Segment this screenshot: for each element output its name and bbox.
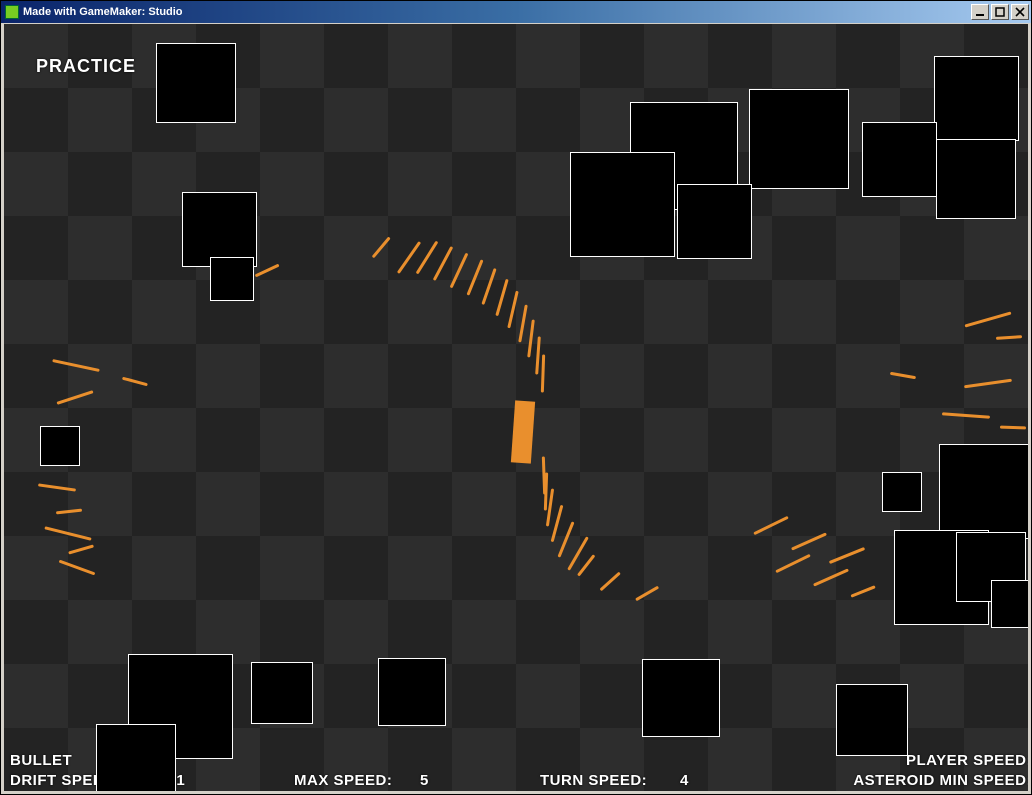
asteroid: [939, 444, 1028, 539]
maximize-button[interactable]: [991, 4, 1009, 20]
bullet-streak: [44, 526, 91, 541]
app-window: Made with GameMaker: Studio PRACTICE E B…: [0, 0, 1032, 795]
mode-label-left: PRACTICE: [36, 56, 136, 77]
bullet-streak: [544, 472, 548, 510]
bullet-streak: [122, 377, 148, 386]
bullet-streak: [372, 236, 391, 258]
bullet-streak: [450, 253, 469, 289]
max-speed-value: 5: [420, 772, 429, 789]
bullet-streak: [541, 354, 545, 392]
bullet-streak: [791, 532, 827, 550]
app-icon: [5, 5, 19, 19]
asteroid: [936, 139, 1016, 219]
bullet-streak: [56, 509, 82, 514]
bullet-streak: [59, 560, 96, 576]
max-speed-label: MAX SPEED:: [294, 772, 392, 789]
bullet-streak: [996, 335, 1022, 339]
asteroid: [182, 192, 257, 267]
bullet-streak: [433, 246, 453, 281]
asteroid: [156, 43, 236, 123]
bullet-streak: [965, 311, 1012, 327]
bullet-streak: [813, 568, 849, 586]
bullet-streak: [52, 359, 100, 372]
asteroid: [210, 257, 254, 301]
window-buttons: [969, 4, 1029, 20]
minimize-icon: [975, 7, 985, 17]
asteroid: [251, 662, 313, 724]
turn-speed-label: TURN SPEED:: [540, 772, 647, 789]
bullet-streak: [535, 336, 541, 374]
bullet-streak: [850, 585, 875, 597]
bullet-streak: [577, 554, 595, 576]
titlebar[interactable]: Made with GameMaker: Studio: [1, 1, 1031, 23]
bullet-streak: [518, 305, 528, 343]
bullet-streak: [775, 554, 810, 573]
bullet-streak: [890, 372, 916, 379]
asteroid: [749, 89, 849, 189]
close-icon: [1015, 7, 1025, 17]
bullet-label: BULLET: [10, 752, 72, 769]
turn-speed-value: 4: [680, 772, 689, 789]
asteroid: [882, 472, 922, 512]
game-viewport[interactable]: PRACTICE E BULLET 17 DRIFT SPEED: 0.01 M…: [4, 24, 1028, 791]
bullet-streak: [527, 319, 535, 357]
bullet-streak: [68, 544, 94, 554]
asteroid: [862, 122, 937, 197]
bullet-streak: [507, 291, 518, 329]
asteroid: [570, 152, 675, 257]
asteroid-min-speed-label: ASTEROID MIN SPEED:: [853, 772, 1028, 789]
bullet-streak: [829, 547, 865, 564]
asteroid: [96, 724, 176, 791]
bullet-streak: [466, 259, 483, 295]
bullet-streak: [964, 379, 1012, 389]
bullet-streak: [481, 268, 496, 305]
asteroid: [991, 580, 1028, 628]
player-ship: [511, 400, 535, 463]
player-speed-label: PLAYER SPEED:: [906, 752, 1028, 769]
bullet-streak: [557, 521, 574, 557]
asteroid: [934, 56, 1019, 141]
asteroid: [677, 184, 752, 259]
window-title: Made with GameMaker: Studio: [23, 6, 969, 18]
asteroid: [836, 684, 908, 756]
bullet-streak: [1000, 426, 1026, 429]
bullet-streak: [255, 264, 280, 277]
bullet-streak: [38, 483, 76, 491]
bullet-streak: [753, 516, 788, 535]
close-button[interactable]: [1011, 4, 1029, 20]
bullet-streak: [600, 572, 621, 591]
asteroid: [40, 426, 80, 466]
asteroid: [378, 658, 446, 726]
bullet-streak: [942, 412, 990, 418]
asteroid: [642, 659, 720, 737]
bullet-streak: [551, 505, 564, 542]
bullet-streak: [635, 586, 659, 601]
bullet-streak: [56, 390, 93, 405]
maximize-icon: [995, 7, 1005, 17]
bullet-streak: [495, 279, 508, 316]
minimize-button[interactable]: [971, 4, 989, 20]
